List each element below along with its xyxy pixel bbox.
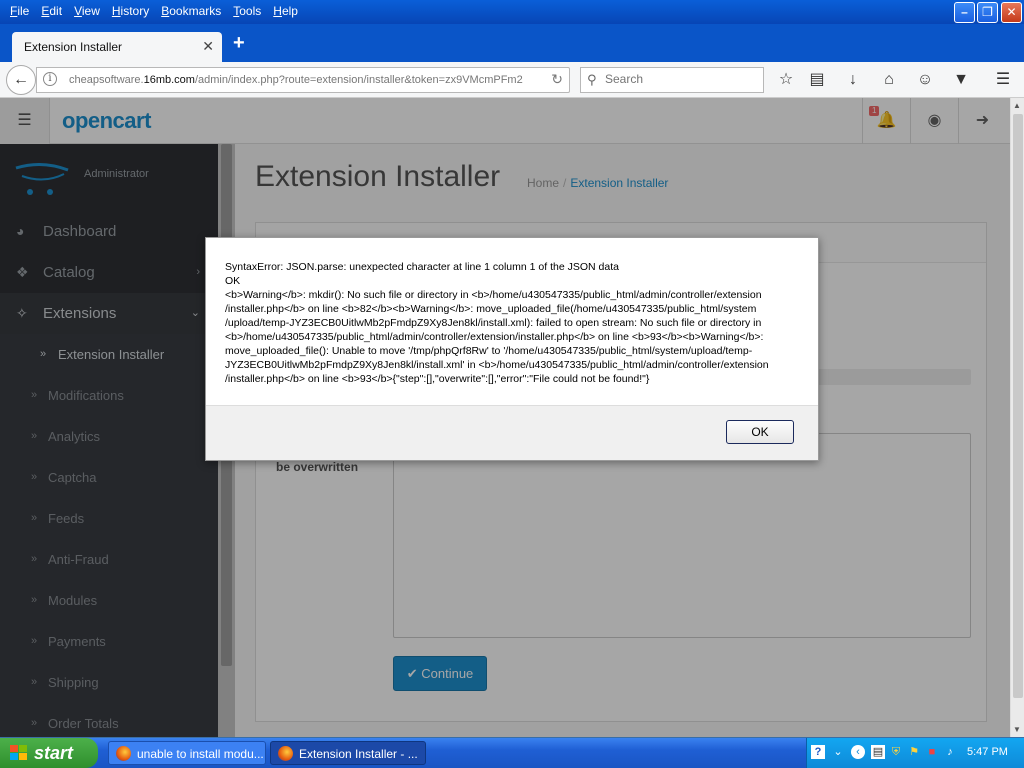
maximize-button[interactable]: ❐ — [977, 2, 998, 23]
menu-bar: File Edit View History Bookmarks Tools H… — [0, 0, 1024, 24]
search-input[interactable] — [605, 72, 755, 86]
menu-bookmarks[interactable]: Bookmarks — [155, 3, 227, 19]
network-icon[interactable]: ▤ — [871, 745, 885, 759]
reload-icon[interactable]: ↻ — [551, 71, 563, 88]
url-bar[interactable]: i cheapsoftware.16mb.com/admin/index.php… — [36, 67, 570, 93]
firefox-icon — [278, 746, 293, 761]
new-tab-button[interactable]: + — [233, 33, 245, 53]
start-button[interactable]: start — [0, 738, 98, 768]
alert-message: SyntaxError: JSON.parse: unexpected char… — [225, 261, 769, 385]
alert-footer: OK — [206, 405, 818, 460]
menu-help[interactable]: Help — [267, 3, 304, 19]
alert-dialog: SyntaxError: JSON.parse: unexpected char… — [205, 237, 819, 461]
tab-strip: Extension Installer ✕ + — [0, 24, 1024, 62]
menu-tools[interactable]: Tools — [227, 3, 267, 19]
clock: 5:47 PM — [967, 746, 1008, 758]
windows-flag-icon — [10, 745, 27, 760]
ok-button[interactable]: OK — [726, 420, 794, 444]
menu-view[interactable]: View — [68, 3, 106, 19]
start-label: start — [34, 743, 74, 763]
alert-message-area: SyntaxError: JSON.parse: unexpected char… — [206, 238, 818, 405]
menu-edit[interactable]: Edit — [35, 3, 68, 19]
tab-extension-installer[interactable]: Extension Installer ✕ — [12, 32, 222, 62]
smiley-icon[interactable]: ☺ — [914, 69, 936, 91]
search-box[interactable]: ⚲ — [580, 67, 764, 93]
download-icon[interactable]: ↓ — [842, 69, 864, 91]
info-icon[interactable]: i — [43, 72, 57, 86]
search-icon: ⚲ — [587, 72, 597, 87]
volume-icon[interactable]: ♪ — [943, 745, 957, 759]
bookmark-star-icon[interactable]: ☆ — [775, 69, 797, 91]
help-icon[interactable]: ? — [811, 745, 825, 759]
security-icon[interactable]: ⚑ — [907, 745, 921, 759]
taskbar-item-forum[interactable]: unable to install modu... — [108, 741, 266, 765]
menu-file[interactable]: File — [4, 3, 35, 19]
menu-history[interactable]: History — [106, 3, 155, 19]
reader-list-icon[interactable]: ▤ — [806, 69, 828, 91]
tab-title: Extension Installer — [24, 40, 123, 54]
scroll-up-icon[interactable]: ▲ — [1013, 101, 1021, 110]
tray-chevron-icon[interactable]: ⌄ — [831, 745, 845, 759]
page-scrollbar[interactable]: ▲ ▼ — [1010, 98, 1024, 737]
app-tray-icon[interactable]: ■ — [925, 745, 939, 759]
close-window-button[interactable]: ✕ — [1001, 2, 1022, 23]
navigation-bar: ← i cheapsoftware.16mb.com/admin/index.p… — [0, 62, 1024, 98]
home-icon[interactable]: ⌂ — [878, 69, 900, 91]
minimize-button[interactable]: – — [954, 2, 975, 23]
shield-icon[interactable]: ⛨ — [889, 745, 903, 759]
close-tab-icon[interactable]: ✕ — [202, 38, 214, 55]
firefox-icon — [116, 746, 131, 761]
url-text[interactable]: cheapsoftware.16mb.com/admin/index.php?r… — [69, 74, 549, 86]
system-tray: ? ⌄ ‹ ▤ ⛨ ⚑ ■ ♪ 5:47 PM — [806, 738, 1024, 768]
back-arrow-icon[interactable]: ‹ — [851, 745, 865, 759]
back-button[interactable]: ← — [6, 65, 36, 95]
taskbar-item-extension-installer[interactable]: Extension Installer - ... — [270, 741, 426, 765]
scroll-down-icon[interactable]: ▼ — [1013, 725, 1021, 734]
hamburger-menu-icon[interactable]: ☰ — [992, 69, 1014, 91]
pocket-icon[interactable]: ▼ — [950, 69, 972, 91]
page-scroll-thumb[interactable] — [1013, 114, 1023, 698]
taskbar: start unable to install modu... Extensio… — [0, 738, 1024, 768]
